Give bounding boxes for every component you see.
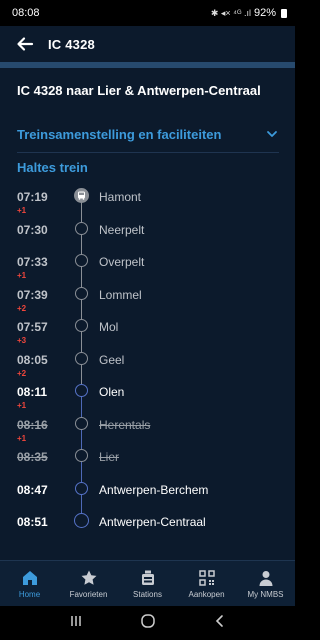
composition-toggle[interactable]: Treinsamenstelling en faciliteiten [17,120,279,148]
stop-row[interactable]: 08:47 Antwerpen-Berchem [0,477,295,509]
stop-name: Herentals [99,417,151,432]
stop-delay: +2 [17,368,27,378]
nav-item-aankopen[interactable]: Aankopen [177,561,236,606]
status-icons: ✱ ◂× ⁴ᴳ .ıl 92% [211,7,287,19]
stop-marker [75,351,88,365]
nav-item-home[interactable]: Home [0,561,59,606]
nav-label: Stations [133,589,162,599]
back-chevron-icon[interactable] [213,614,227,633]
stop-time: 07:19 [17,190,48,204]
home-icon [21,569,39,587]
composition-label: Treinsamenstelling en faciliteiten [17,126,222,142]
status-bar: 08:08 ✱ ◂× ⁴ᴳ .ıl 92% [0,0,295,26]
divider [17,152,279,153]
page-title: IC 4328 [48,36,95,52]
stop-marker [75,481,88,495]
stop-marker [75,286,88,300]
nav-label: My NMBS [247,589,284,599]
stop-name: Neerpelt [99,222,145,237]
star-icon [80,569,98,587]
stop-name: Olen [99,385,125,399]
battery-level: 92% [253,7,276,19]
status-indicators: ✱ ◂× ⁴ᴳ .ıl [210,7,251,18]
stop-row[interactable]: 08:51 Antwerpen-Centraal [0,509,295,541]
stop-delay: +2 [17,303,27,313]
stop-name: Mol [99,320,119,334]
stop-time: 08:11 [17,385,48,399]
stops-heading: Haltes trein [17,160,88,175]
stop-time: 07:33 [17,255,48,269]
stop-name: Hamont [99,190,142,204]
stop-marker [75,416,88,430]
nav-item-stations[interactable]: Stations [118,561,177,606]
stop-marker [75,319,88,332]
stop-time: 08:16 [17,417,48,432]
stop-row[interactable]: 08:05 +2 Geel [0,347,295,379]
stop-time: 07:57 [17,320,48,334]
nav-label: Aankopen [188,589,225,599]
stop-time: 07:30 [17,222,48,237]
stop-name: Geel [99,352,125,367]
recent-apps-icon[interactable] [69,614,83,633]
stop-row[interactable]: 07:33 +1 Overpelt [0,249,295,281]
bus-icon [74,188,89,203]
stop-row[interactable]: 07:19 +1 Hamont [0,184,295,216]
stop-row[interactable]: 07:30 Neerpelt [0,217,295,249]
system-navigation [0,606,295,640]
stop-marker [75,254,88,267]
stop-row[interactable]: 08:11 +1 Olen [0,379,295,411]
app-bar: IC 4328 [0,26,295,62]
stop-name: Lommel [99,287,142,302]
stop-name: Antwerpen-Centraal [99,515,206,529]
stop-time: 07:39 [17,287,48,302]
stop-time: 08:05 [17,352,48,367]
train-header: IC 4328 naar Lier & Antwerpen-Centraal [0,68,295,112]
nav-item-favorieten[interactable]: Favorieten [59,561,118,606]
main-content: Treinsamenstelling en faciliteiten Halte… [0,112,295,560]
stop-time: 08:47 [17,482,48,497]
stop-delay: +1 [17,433,27,443]
status-time: 08:08 [12,7,40,19]
home-circle-icon[interactable] [140,613,156,634]
nav-label: Favorieten [69,589,108,599]
stop-delay: +1 [17,206,27,215]
person-icon [257,569,275,587]
stop-delay: +1 [17,271,27,280]
station-icon [139,569,157,587]
bottom-navigation: Home Favorieten Stations Aankopen My NMBS [0,560,295,606]
stop-marker [75,384,88,397]
stops-list: 07:19 +1 Hamont 07:30 Neerpelt 07:33 +1 Overpel… [0,184,295,544]
stop-time: 08:51 [17,515,48,529]
stop-marker [75,449,88,462]
stop-row[interactable]: 08:16 +1 Herentals [0,412,295,444]
stop-time: 08:35 [17,450,48,464]
battery-icon [281,8,287,18]
stop-delay: +1 [17,401,27,410]
arrow-left-icon[interactable] [14,33,36,55]
nav-item-my-nmbs[interactable]: My NMBS [236,561,295,606]
stop-delay: +3 [17,336,27,345]
stop-marker [75,221,88,235]
stop-marker [74,513,89,528]
stop-name: Overpelt [99,255,145,269]
stop-name: Antwerpen-Berchem [99,482,209,497]
stop-row[interactable]: 07:57 +3 Mol [0,314,295,346]
nav-label: Home [18,589,41,599]
qr-code-icon [198,569,216,587]
stop-row[interactable]: 08:35 Lier [0,444,295,476]
stop-row[interactable]: 07:39 +2 Lommel [0,282,295,314]
chevron-down-icon[interactable] [265,127,279,141]
stop-name: Lier [99,450,120,464]
